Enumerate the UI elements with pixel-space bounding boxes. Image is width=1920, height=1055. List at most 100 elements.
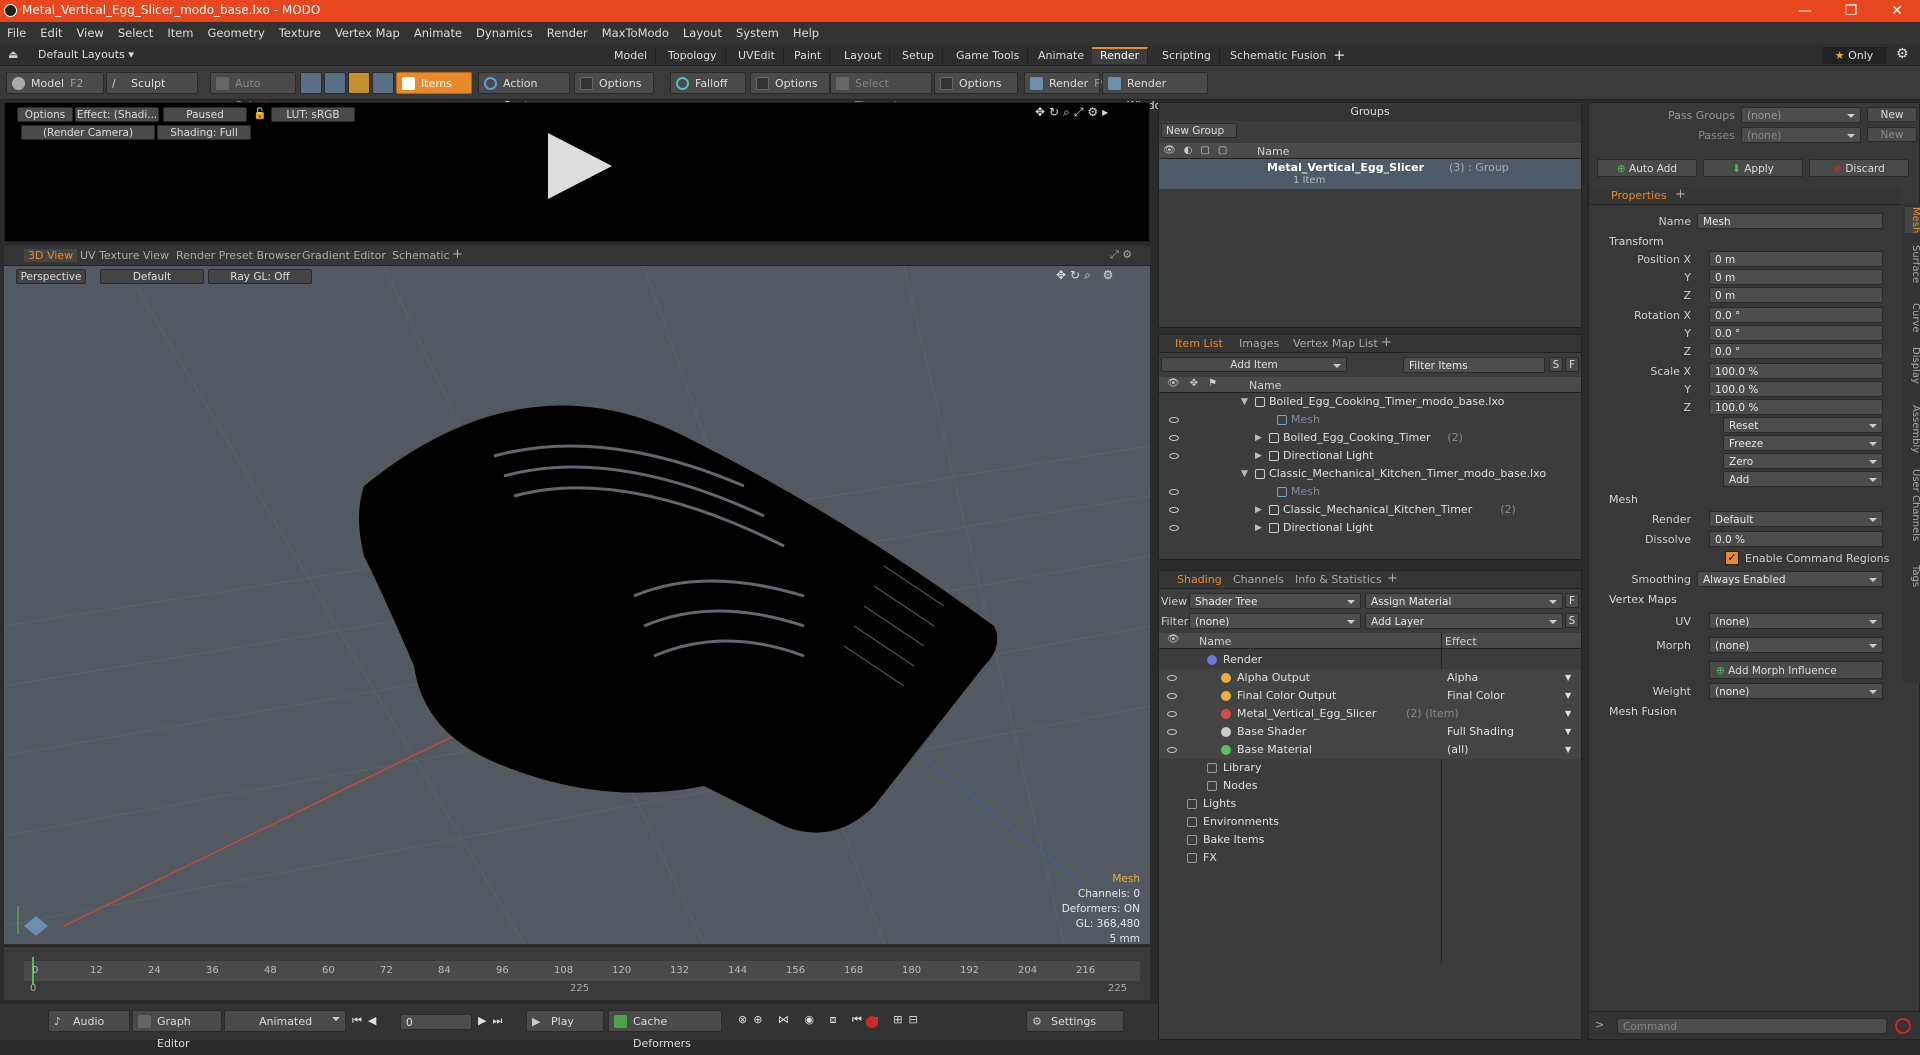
frame-input[interactable]: 0 — [400, 1014, 472, 1030]
materials-mode-button[interactable] — [372, 72, 394, 94]
add-item-tab-icon[interactable]: + — [1381, 335, 1392, 350]
shading-s-button[interactable]: S — [1565, 613, 1579, 628]
name-input[interactable]: Mesh — [1697, 213, 1883, 229]
tab-properties[interactable]: Properties — [1611, 189, 1667, 202]
transport-next-controls[interactable]: ▶⏭ — [478, 1014, 508, 1028]
list-item[interactable]: ▶ Classic_Mechanical_Kitchen_Timer (2) — [1159, 501, 1581, 519]
assign-material-dropdown[interactable]: Assign Material — [1365, 593, 1563, 609]
tab-render-preset-browser[interactable]: Render Preset Browser — [176, 249, 301, 262]
morph-dropdown[interactable]: (none) — [1709, 637, 1883, 653]
table-row[interactable]: Library — [1159, 759, 1581, 777]
mesh-section[interactable]: Mesh — [1609, 493, 1638, 506]
falloff-button[interactable]: Falloff — [670, 72, 746, 94]
render-button[interactable]: Render F9 — [1024, 72, 1108, 94]
menu-view[interactable]: View — [77, 26, 104, 40]
add-tab-icon[interactable]: + — [1333, 46, 1346, 64]
edges-mode-button[interactable] — [324, 72, 346, 94]
audio-button[interactable]: ♪ Audio — [48, 1010, 130, 1032]
menu-select[interactable]: Select — [118, 26, 153, 40]
model-button[interactable]: Model F2 — [6, 72, 104, 94]
list-item[interactable]: ▶ Directional Light — [1159, 519, 1581, 537]
side-tab-display[interactable]: Display — [1905, 347, 1920, 384]
side-tab-assembly[interactable]: Assembly — [1905, 405, 1920, 453]
dissolve-input[interactable]: 0.0 % — [1709, 531, 1883, 547]
tab-topology[interactable]: Topology — [660, 47, 726, 64]
expand-chevron-icon[interactable]: ▶ — [1255, 519, 1262, 537]
shader-layer-effect[interactable]: (all) — [1447, 741, 1468, 759]
shader-tree-dropdown[interactable]: Shader Tree — [1189, 593, 1361, 609]
table-row[interactable]: Environments — [1159, 813, 1581, 831]
visibility-eye-icon[interactable] — [1167, 675, 1177, 681]
reset-dropdown[interactable]: Reset — [1723, 417, 1883, 433]
menu-maxtomodo[interactable]: MaxToModo — [602, 26, 669, 40]
table-row[interactable]: FX — [1159, 849, 1581, 867]
list-item[interactable]: ▶ Directional Light — [1159, 447, 1581, 465]
scale-y-input[interactable]: 100.0 % — [1709, 381, 1883, 397]
tab-vertex-map-list[interactable]: Vertex Map List — [1293, 337, 1378, 350]
side-tab-user-channels[interactable]: User Channels — [1905, 469, 1920, 541]
zero-dropdown[interactable]: Zero — [1723, 453, 1883, 469]
menu-file[interactable]: File — [7, 26, 26, 40]
tab-shading[interactable]: Shading — [1177, 573, 1222, 586]
menu-geometry[interactable]: Geometry — [208, 26, 265, 40]
visibility-eye-icon[interactable] — [1169, 507, 1179, 513]
add-shading-tab-icon[interactable]: + — [1387, 571, 1398, 586]
render-options-button[interactable]: Options — [17, 107, 73, 122]
menu-layout[interactable]: Layout — [683, 26, 722, 40]
shader-layer-effect[interactable]: Alpha — [1447, 669, 1478, 687]
group-row[interactable]: Metal_Vertical_Egg_Slicer (3) : Group 1 … — [1159, 159, 1581, 189]
item-list-f-button[interactable]: F — [1565, 357, 1579, 372]
scale-x-input[interactable]: 100.0 % — [1709, 363, 1883, 379]
menu-system[interactable]: System — [736, 26, 779, 40]
command-history-icon[interactable] — [1895, 1018, 1911, 1034]
menu-edit[interactable]: Edit — [40, 26, 62, 40]
add-item-dropdown[interactable]: Add Item — [1161, 357, 1347, 372]
table-row[interactable]: Bake Items — [1159, 831, 1581, 849]
tab-game-tools[interactable]: Game Tools — [948, 47, 1029, 64]
animated-dropdown[interactable]: Animated — [224, 1010, 346, 1032]
gear-icon[interactable]: ⚙ — [1896, 46, 1909, 62]
visibility-eye-icon[interactable] — [1169, 525, 1179, 531]
only-toggle[interactable]: ★ Only — [1822, 47, 1886, 64]
table-row[interactable]: Lights — [1159, 795, 1581, 813]
shading-f-button[interactable]: F — [1565, 593, 1579, 608]
position-x-input[interactable]: 0 m — [1709, 251, 1883, 267]
effect-dropdown[interactable]: Effect: (Shadi... — [75, 107, 159, 122]
table-row[interactable]: Base Shader Full Shading ▼ — [1159, 723, 1581, 741]
enable-command-regions-checkbox[interactable]: ✓ — [1725, 551, 1739, 565]
play-button[interactable]: ▶ Play — [526, 1010, 604, 1032]
expand-chevron-icon[interactable]: ▼ — [1241, 393, 1248, 411]
tab-uvedit[interactable]: UVEdit — [730, 47, 784, 64]
scale-z-input[interactable]: 100.0 % — [1709, 399, 1883, 415]
cache-deformers-button[interactable]: Cache Deformers — [608, 1010, 722, 1050]
pass-groups-dropdown[interactable]: (none) — [1741, 107, 1861, 123]
side-tab-curve[interactable]: Curve — [1905, 303, 1920, 333]
lock-icon[interactable]: 🔓 — [253, 107, 267, 120]
new-pass-group-button[interactable]: New — [1867, 107, 1917, 122]
visibility-eye-icon[interactable] — [1167, 693, 1177, 699]
tab-images[interactable]: Images — [1239, 337, 1279, 350]
position-z-input[interactable]: 0 m — [1709, 287, 1883, 303]
item-list-s-button[interactable]: S — [1549, 357, 1563, 372]
visibility-eye-icon[interactable] — [1167, 729, 1177, 735]
graph-editor-button[interactable]: Graph Editor — [132, 1010, 222, 1050]
vertex-maps-section[interactable]: Vertex Maps — [1609, 593, 1677, 606]
falloff-options-button[interactable]: Options — [750, 72, 830, 94]
default-style-dropdown[interactable]: Default — [100, 269, 204, 284]
mesh-fusion-section[interactable]: Mesh Fusion — [1609, 705, 1677, 718]
menu-dynamics[interactable]: Dynamics — [476, 26, 533, 40]
add-properties-tab-icon[interactable]: + — [1675, 187, 1686, 202]
expand-chevron-icon[interactable]: ▶ — [1255, 501, 1262, 519]
effect-dropdown-icon[interactable]: ▼ — [1565, 705, 1571, 723]
3d-viewport[interactable]: Perspective Default Ray GL: Off ✥↻⌕ ⚙ Me… — [4, 266, 1150, 944]
shading-dropdown[interactable]: Shading: Full — [157, 125, 251, 140]
polygons-mode-button[interactable] — [348, 72, 370, 94]
perspective-dropdown[interactable]: Perspective — [16, 269, 86, 284]
close-icon[interactable]: ✕ — [1874, 0, 1920, 22]
viewport-nav-controls[interactable]: ✥↻⌕ ⚙ — [1056, 268, 1117, 283]
add-layer-dropdown[interactable]: Add Layer — [1365, 613, 1563, 629]
filter-dropdown[interactable]: (none) — [1189, 613, 1361, 629]
side-tab-tags[interactable]: Tags — [1905, 565, 1920, 587]
list-item[interactable]: ▼ Boiled_Egg_Cooking_Timer_modo_base.lxo — [1159, 393, 1581, 411]
visibility-eye-icon[interactable] — [1169, 489, 1179, 495]
